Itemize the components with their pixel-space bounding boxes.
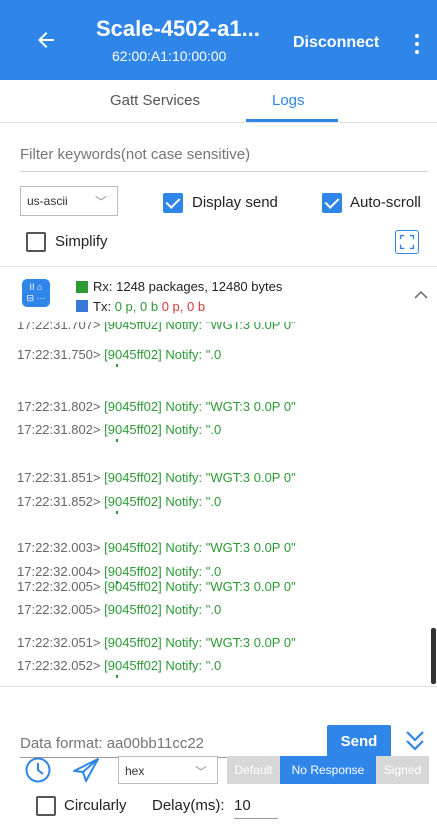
encoding-value: us-ascii bbox=[27, 194, 68, 208]
log-marker bbox=[116, 511, 118, 514]
divider bbox=[0, 686, 437, 687]
rx-legend-square bbox=[76, 281, 88, 293]
log-entry: 17:22:32.051> [9045ff02] Notify: "WGT:3 … bbox=[17, 635, 296, 650]
auto-scroll-checkbox[interactable] bbox=[322, 193, 342, 213]
device-mac-address: 62:00:A1:10:00:00 bbox=[112, 48, 227, 64]
log-scrollbar[interactable] bbox=[431, 628, 436, 684]
tab-logs[interactable]: Logs bbox=[272, 92, 305, 109]
rx-stats: Rx: 1248 packages, 12480 bytes bbox=[93, 279, 283, 294]
tx-stats: Tx: 0 p, 0 b 0 p, 0 b bbox=[93, 299, 205, 314]
filter-keywords-input[interactable] bbox=[20, 138, 428, 172]
log-entry: 17:22:31.750> [9045ff02] Notify: ".0 bbox=[17, 347, 222, 362]
encoding-select[interactable]: us-ascii ﹀ bbox=[20, 186, 118, 216]
simplify-checkbox[interactable] bbox=[26, 232, 46, 252]
circularly-label: Circularly bbox=[64, 797, 127, 814]
log-entry: 17:22:32.052> [9045ff02] Notify: ".0 bbox=[17, 658, 222, 673]
log-entry: 17:22:31.707> [9045ff02] Notify: "WGT:3 … bbox=[17, 322, 296, 332]
back-arrow-icon[interactable] bbox=[34, 28, 58, 52]
chevron-down-icon: ﹀ bbox=[194, 765, 207, 779]
log-entry: 17:22:32.005> [9045ff02] Notify: "WGT:3 … bbox=[17, 579, 296, 594]
divider bbox=[0, 266, 437, 267]
log-entry: 17:22:32.004> [9045ff02] Notify: ".0 bbox=[17, 564, 222, 579]
log-entry: 17:22:31.802> [9045ff02] Notify: ".0 bbox=[17, 422, 222, 437]
delay-label: Delay(ms): bbox=[152, 797, 225, 814]
tab-gatt-services[interactable]: Gatt Services bbox=[110, 92, 200, 109]
display-send-label: Display send bbox=[192, 194, 278, 211]
chevron-down-icon: ﹀ bbox=[94, 195, 107, 209]
divider bbox=[0, 122, 437, 123]
circularly-checkbox[interactable] bbox=[36, 796, 56, 816]
log-marker bbox=[116, 364, 118, 367]
log-entry: 17:22:32.005> [9045ff02] Notify: ".0 bbox=[17, 602, 222, 617]
tab-bar: Gatt Services Logs bbox=[0, 80, 437, 122]
simplify-label: Simplify bbox=[55, 233, 108, 250]
tx-sent-count: 0 p, 0 b bbox=[114, 299, 159, 314]
log-marker bbox=[116, 439, 118, 442]
log-tools-icon-top: II ⌂ bbox=[29, 282, 43, 292]
fullscreen-icon[interactable] bbox=[395, 230, 419, 254]
write-type-default[interactable]: Default bbox=[227, 756, 280, 784]
tx-legend-square bbox=[76, 300, 88, 312]
log-entry: 17:22:31.802> [9045ff02] Notify: "WGT:3 … bbox=[17, 399, 296, 414]
data-format-value: hex bbox=[125, 764, 145, 778]
more-options-icon[interactable] bbox=[414, 34, 420, 54]
tx-failed-count: 0 p, 0 b bbox=[161, 299, 206, 314]
send-plane-icon[interactable] bbox=[72, 757, 100, 783]
data-input[interactable] bbox=[20, 730, 308, 758]
disconnect-button[interactable]: Disconnect bbox=[293, 34, 379, 52]
log-entry: 17:22:31.851> [9045ff02] Notify: "WGT:3 … bbox=[17, 470, 296, 485]
write-type-no-response[interactable]: No Response bbox=[280, 756, 376, 784]
data-format-select[interactable]: hex ﹀ bbox=[118, 756, 218, 784]
display-send-checkbox[interactable] bbox=[163, 193, 183, 213]
tx-label: Tx: bbox=[93, 299, 112, 314]
log-list[interactable]: 17:22:31.707> [9045ff02] Notify: "WGT:3 … bbox=[0, 322, 437, 686]
chevron-up-icon[interactable] bbox=[414, 288, 428, 302]
log-entry: 17:22:32.003> [9045ff02] Notify: "WGT:3 … bbox=[17, 540, 296, 555]
log-tools-icon[interactable]: II ⌂ ⊟ ··· bbox=[22, 279, 50, 307]
delay-input[interactable] bbox=[234, 793, 278, 819]
send-button[interactable]: Send bbox=[327, 725, 391, 759]
device-name: Scale-4502-a1... bbox=[96, 16, 260, 41]
clock-icon[interactable] bbox=[24, 756, 52, 784]
write-type-signed[interactable]: Signed bbox=[376, 756, 429, 784]
log-tools-icon-bottom: ⊟ ··· bbox=[26, 293, 46, 303]
auto-scroll-label: Auto-scroll bbox=[350, 194, 421, 211]
log-entry: 17:22:31.852> [9045ff02] Notify: ".0 bbox=[17, 494, 222, 509]
double-chevron-down-icon[interactable] bbox=[404, 729, 426, 753]
log-marker bbox=[116, 675, 118, 678]
app-bar: Scale-4502-a1... 62:00:A1:10:00:00 Disco… bbox=[0, 0, 437, 80]
